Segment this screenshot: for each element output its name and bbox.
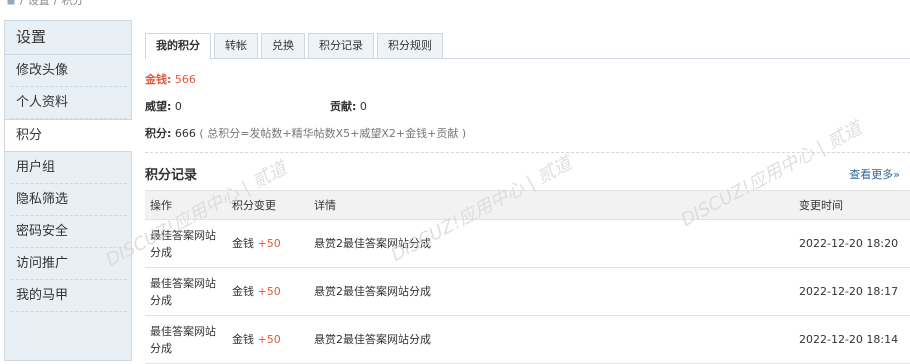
sidebar-title: 设置 bbox=[5, 21, 131, 55]
money-row: 金钱: 566 bbox=[145, 71, 196, 87]
divider bbox=[145, 152, 910, 153]
table-row: 最佳答案网站 分成 金钱 +50 悬赏2最佳答案网站分成 2022-12-20 1… bbox=[145, 267, 910, 316]
cell-change: 金钱 +50 bbox=[227, 315, 309, 364]
col-detail: 详情 bbox=[309, 190, 794, 220]
total-value: 666 bbox=[174, 127, 196, 140]
cell-change: 金钱 +50 bbox=[227, 219, 309, 268]
tab-credit-log[interactable]: 积分记录 bbox=[308, 33, 374, 58]
sidebar-item-avatar[interactable]: 修改头像 bbox=[11, 55, 127, 87]
sidebar-menu: 修改头像 个人资料 积分 用户组 隐私筛选 密码安全 访问推广 我的马甲 bbox=[5, 55, 132, 312]
table-row: 最佳答案网站 分成 金钱 +50 悬赏2最佳答案网站分成 2022-12-20 1… bbox=[145, 315, 910, 364]
tab-exchange[interactable]: 兑换 bbox=[261, 33, 305, 58]
records-title: 积分记录 bbox=[145, 168, 198, 183]
breadcrumb-item-settings[interactable]: 设置 bbox=[28, 0, 50, 8]
sidebar-item-privacy[interactable]: 隐私筛选 bbox=[11, 184, 127, 216]
tab-bar: 我的积分 转帐 兑换 积分记录 积分规则 bbox=[145, 33, 910, 59]
cell-time: 2022-12-20 18:17 bbox=[794, 267, 910, 316]
cell-time: 2022-12-20 18:14 bbox=[794, 315, 910, 364]
sidebar-item-credits[interactable]: 积分 bbox=[5, 119, 132, 152]
prestige-row: 威望: 0 bbox=[145, 98, 182, 114]
contribution-row: 贡献: 0 bbox=[330, 98, 367, 114]
sidebar-item-vest[interactable]: 我的马甲 bbox=[11, 280, 127, 312]
cell-detail: 悬赏2最佳答案网站分成 bbox=[309, 315, 794, 364]
cell-operation: 最佳答案网站 分成 bbox=[145, 315, 227, 364]
table-header-row: 操作 积分变更 详情 变更时间 bbox=[145, 190, 910, 220]
contribution-value: 0 bbox=[359, 100, 367, 113]
sidebar-item-profile[interactable]: 个人资料 bbox=[11, 87, 127, 119]
col-change: 积分变更 bbox=[227, 190, 309, 220]
home-icon[interactable] bbox=[6, 0, 16, 5]
credit-records-table: 操作 积分变更 详情 变更时间 最佳答案网站 分成 金钱 +50 悬赏2最佳答案网… bbox=[145, 190, 910, 364]
tab-my-credits[interactable]: 我的积分 bbox=[145, 33, 211, 59]
breadcrumb-item-credits[interactable]: 积分 bbox=[61, 0, 83, 8]
total-formula: ( 总积分=发帖数+精华帖数X5+威望X2+金钱+贡献 ) bbox=[199, 127, 467, 140]
sidebar: 设置 修改头像 个人资料 积分 用户组 隐私筛选 密码安全 访问推广 我的马甲 bbox=[4, 20, 132, 361]
total-label: 积分: bbox=[145, 127, 172, 140]
prestige-label: 威望: bbox=[145, 100, 172, 113]
money-value: 566 bbox=[174, 73, 196, 86]
money-label: 金钱: bbox=[145, 73, 172, 86]
prestige-value: 0 bbox=[174, 100, 182, 113]
col-time: 变更时间 bbox=[794, 190, 910, 220]
col-operation: 操作 bbox=[145, 190, 227, 220]
sidebar-item-password[interactable]: 密码安全 bbox=[11, 216, 127, 248]
cell-detail: 悬赏2最佳答案网站分成 bbox=[309, 219, 794, 268]
contribution-label: 贡献: bbox=[330, 100, 357, 113]
cell-operation: 最佳答案网站 分成 bbox=[145, 219, 227, 268]
breadcrumb: / 设置 / 积分 bbox=[6, 0, 83, 8]
main-content: 我的积分 转帐 兑换 积分记录 积分规则 金钱: 566 威望: 0 贡献: 0… bbox=[132, 20, 910, 364]
sidebar-item-usergroup[interactable]: 用户组 bbox=[11, 152, 127, 184]
cell-operation: 最佳答案网站 分成 bbox=[145, 267, 227, 316]
sidebar-item-promotion[interactable]: 访问推广 bbox=[11, 248, 127, 280]
view-more-link[interactable]: 查看更多» bbox=[849, 166, 900, 182]
cell-time: 2022-12-20 18:20 bbox=[794, 219, 910, 268]
tab-transfer[interactable]: 转帐 bbox=[214, 33, 258, 58]
total-row: 积分: 666 ( 总积分=发帖数+精华帖数X5+威望X2+金钱+贡献 ) bbox=[145, 125, 466, 141]
table-row: 最佳答案网站 分成 金钱 +50 悬赏2最佳答案网站分成 2022-12-20 1… bbox=[145, 219, 910, 268]
cell-detail: 悬赏2最佳答案网站分成 bbox=[309, 267, 794, 316]
cell-change: 金钱 +50 bbox=[227, 267, 309, 316]
tab-credit-rules[interactable]: 积分规则 bbox=[377, 33, 443, 58]
